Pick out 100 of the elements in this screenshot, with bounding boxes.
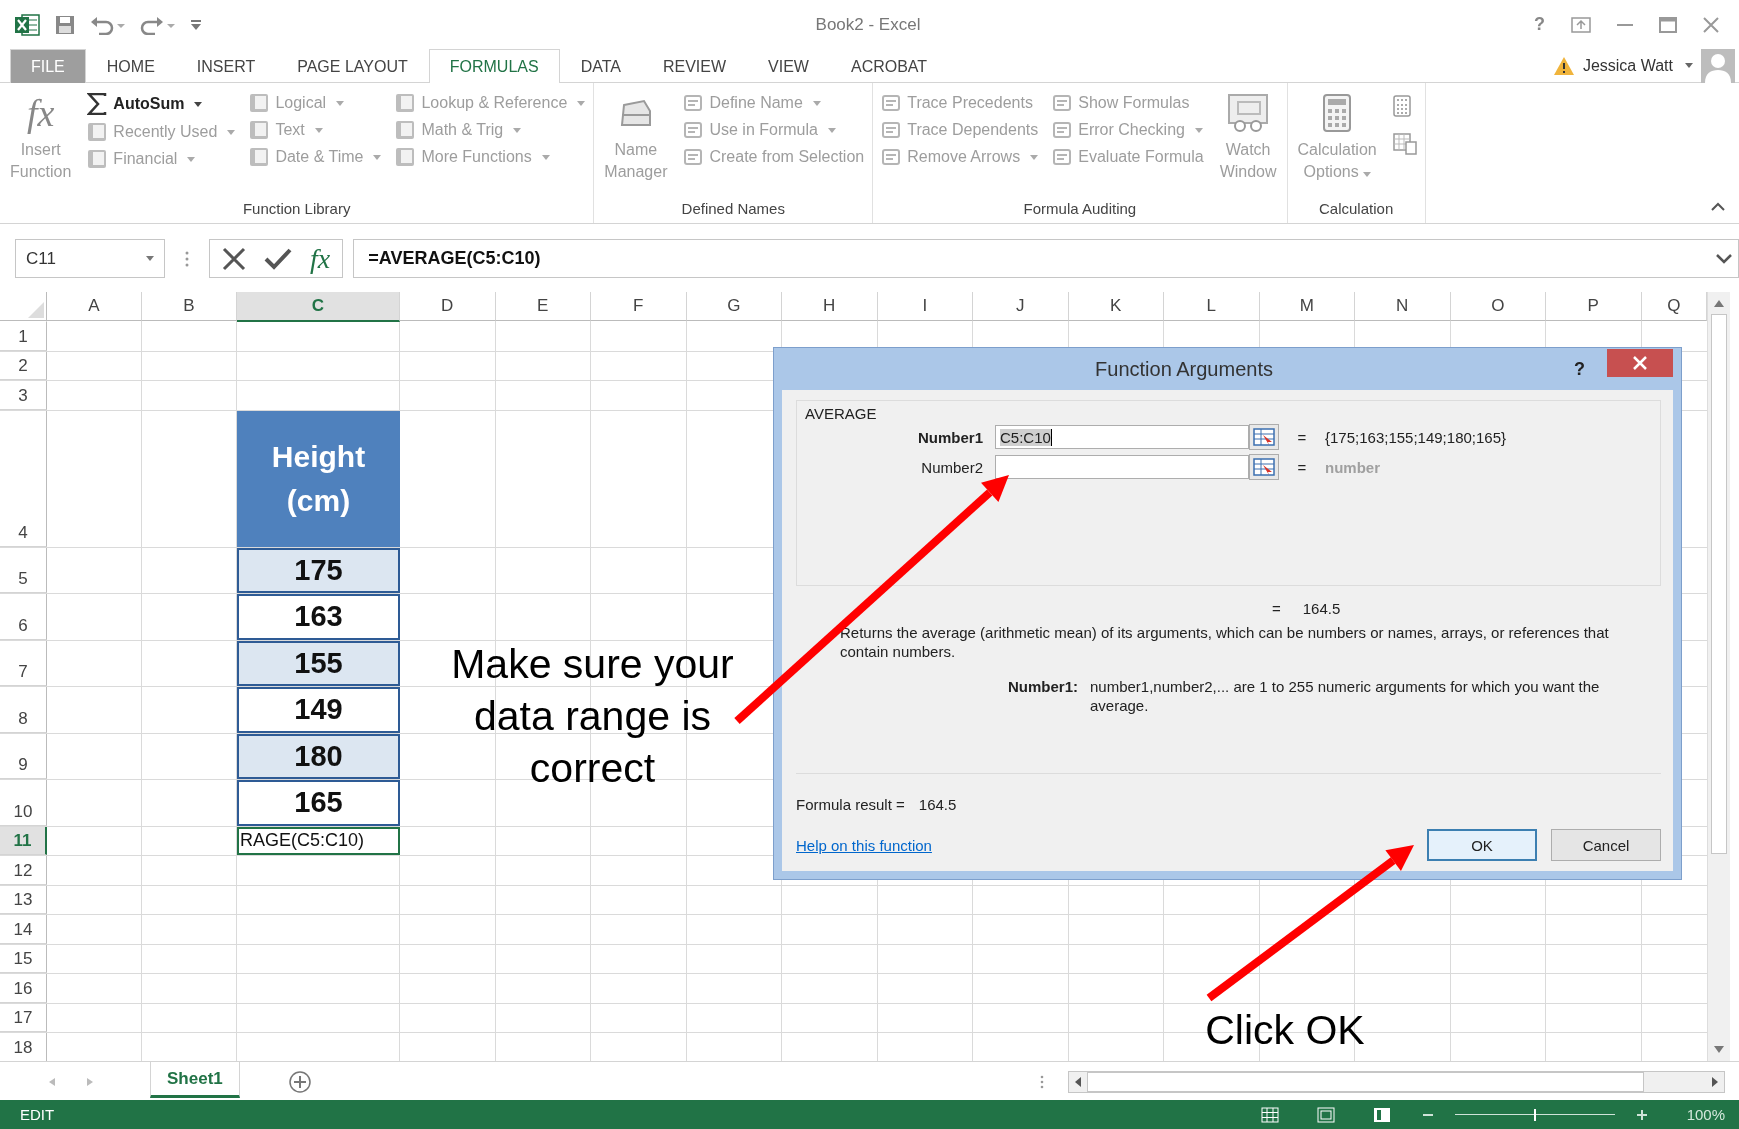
close-button[interactable] (1607, 349, 1673, 377)
check-icon[interactable] (264, 246, 292, 271)
horizontal-scrollbar[interactable] (1068, 1070, 1725, 1093)
column-header[interactable]: A (47, 292, 142, 321)
column-header[interactable]: D (400, 292, 496, 321)
column-header[interactable]: G (686, 292, 782, 321)
argument-field[interactable] (995, 455, 1249, 479)
customize-icon[interactable] (190, 18, 202, 31)
row-number[interactable]: 12 (0, 856, 47, 885)
minimize-icon[interactable] (1617, 22, 1633, 27)
ribbon-display-icon[interactable] (1571, 16, 1591, 33)
column-header[interactable]: N (1355, 292, 1451, 321)
row-number[interactable]: 10 (0, 780, 47, 826)
row-number[interactable]: 7 (0, 640, 47, 686)
column-header[interactable]: P (1546, 292, 1642, 321)
dialog-button[interactable]: Cancel (1551, 829, 1661, 861)
redo-icon[interactable] (140, 14, 176, 35)
row-number[interactable]: 15 (0, 944, 47, 973)
insert-function-button[interactable]: fx (310, 242, 331, 275)
row-number[interactable]: 3 (0, 381, 47, 410)
row-number[interactable]: 1 (0, 322, 47, 351)
column-header[interactable]: O (1450, 292, 1546, 321)
vertical-scrollbar[interactable] (1707, 292, 1730, 1061)
scroll-right-icon[interactable] (1710, 1075, 1720, 1088)
help-button[interactable]: ? (1534, 14, 1545, 35)
column-header[interactable]: E (495, 292, 591, 321)
formula-field[interactable]: =AVERAGE(C5:C10) (353, 239, 1739, 278)
ribbon-tab[interactable]: HOME (85, 49, 176, 83)
scroll-up-icon[interactable] (1713, 298, 1725, 308)
column-header[interactable]: C (237, 292, 400, 322)
splitter-icon[interactable] (1040, 1073, 1044, 1090)
row-number[interactable]: 14 (0, 915, 47, 944)
ribbon-tab[interactable]: FORMULAS (428, 49, 560, 83)
ribbon-tab[interactable]: ACROBAT (829, 49, 949, 83)
calculator-icon[interactable] (1392, 95, 1411, 117)
row-number[interactable]: 17 (0, 1003, 47, 1032)
column-header[interactable]: B (142, 292, 237, 321)
range-select-button[interactable] (1249, 424, 1279, 450)
column-header[interactable]: J (973, 292, 1069, 321)
dialog-button[interactable]: OK (1427, 829, 1537, 861)
save-icon[interactable] (54, 13, 76, 36)
row-number[interactable]: 13 (0, 885, 47, 914)
zoom-in-icon[interactable] (1636, 1109, 1647, 1120)
undo-icon[interactable] (90, 14, 126, 35)
row-number[interactable]: 5 (0, 547, 47, 593)
command-icon (881, 147, 902, 167)
ribbon-tab[interactable]: INSERT (175, 49, 277, 83)
caret-icon (227, 129, 236, 135)
scroll-left-icon[interactable] (1073, 1075, 1083, 1088)
scroll-down-icon[interactable] (1713, 1045, 1725, 1055)
zoom-level[interactable]: 100% (1686, 1106, 1725, 1123)
ribbon-button[interactable]: AutoSum (87, 93, 236, 115)
spreadsheet-logo-icon[interactable] (14, 11, 40, 38)
help-button[interactable]: ? (1574, 358, 1585, 380)
name-box[interactable]: C11 (15, 239, 165, 278)
column-header[interactable]: Q (1641, 292, 1707, 321)
warning-icon[interactable] (1552, 55, 1575, 76)
row-number[interactable]: 11 (0, 826, 47, 855)
page-layout-icon[interactable] (1316, 1106, 1335, 1123)
row-number[interactable]: 6 (0, 594, 47, 640)
command-icon (1052, 93, 1073, 113)
sheet-tab[interactable]: Sheet1 (150, 1062, 240, 1098)
command-icon (683, 93, 704, 113)
caret-icon (146, 256, 154, 261)
scrollbar-thumb[interactable] (1711, 314, 1727, 854)
column-header[interactable]: H (782, 292, 878, 321)
caret-icon (812, 100, 821, 106)
normal-view-icon[interactable] (1260, 1106, 1279, 1123)
help-link[interactable]: Help on this function (796, 836, 932, 854)
argument-field[interactable]: C5:C10 (995, 425, 1249, 449)
ribbon-tab[interactable]: PAGE LAYOUT (276, 49, 429, 83)
page-break-icon[interactable] (1372, 1106, 1391, 1123)
drag-handle-icon[interactable] (185, 249, 189, 268)
row-number[interactable]: 16 (0, 974, 47, 1003)
maximize-icon[interactable] (1659, 16, 1677, 33)
sheet-calculator-icon[interactable] (1392, 133, 1417, 155)
column-header[interactable]: L (1164, 292, 1260, 321)
argument-value: {175;163;155;149;180;165} (1325, 428, 1508, 446)
column-header[interactable]: K (1068, 292, 1164, 321)
ribbon-tab[interactable]: REVIEW (641, 49, 748, 83)
row-number[interactable]: 8 (0, 687, 47, 733)
range-select-button[interactable] (1249, 454, 1279, 480)
user-name[interactable]: Jessica Watt (1582, 56, 1673, 75)
column-header[interactable]: F (591, 292, 687, 321)
row-number[interactable]: 9 (0, 733, 47, 779)
active-cell[interactable]: RAGE(C5:C10) (237, 826, 400, 855)
row-number[interactable]: 2 (0, 351, 47, 380)
formula-result: 164.5 (918, 796, 957, 813)
close-icon[interactable] (1703, 16, 1719, 33)
row-number[interactable]: 4 (0, 410, 47, 547)
collapse-ribbon-icon[interactable] (1711, 202, 1725, 211)
equals-sign: = (1296, 428, 1308, 446)
expand-icon[interactable] (1716, 253, 1732, 264)
ribbon-tab[interactable]: DATA (559, 49, 642, 83)
ribbon-tab[interactable]: VIEW (747, 49, 830, 83)
column-header[interactable]: M (1259, 292, 1355, 321)
column-header[interactable]: I (877, 292, 973, 321)
add-sheet-icon[interactable] (287, 1069, 312, 1094)
cancel-icon[interactable] (222, 246, 246, 271)
zoom-out-icon[interactable] (1422, 1112, 1433, 1117)
